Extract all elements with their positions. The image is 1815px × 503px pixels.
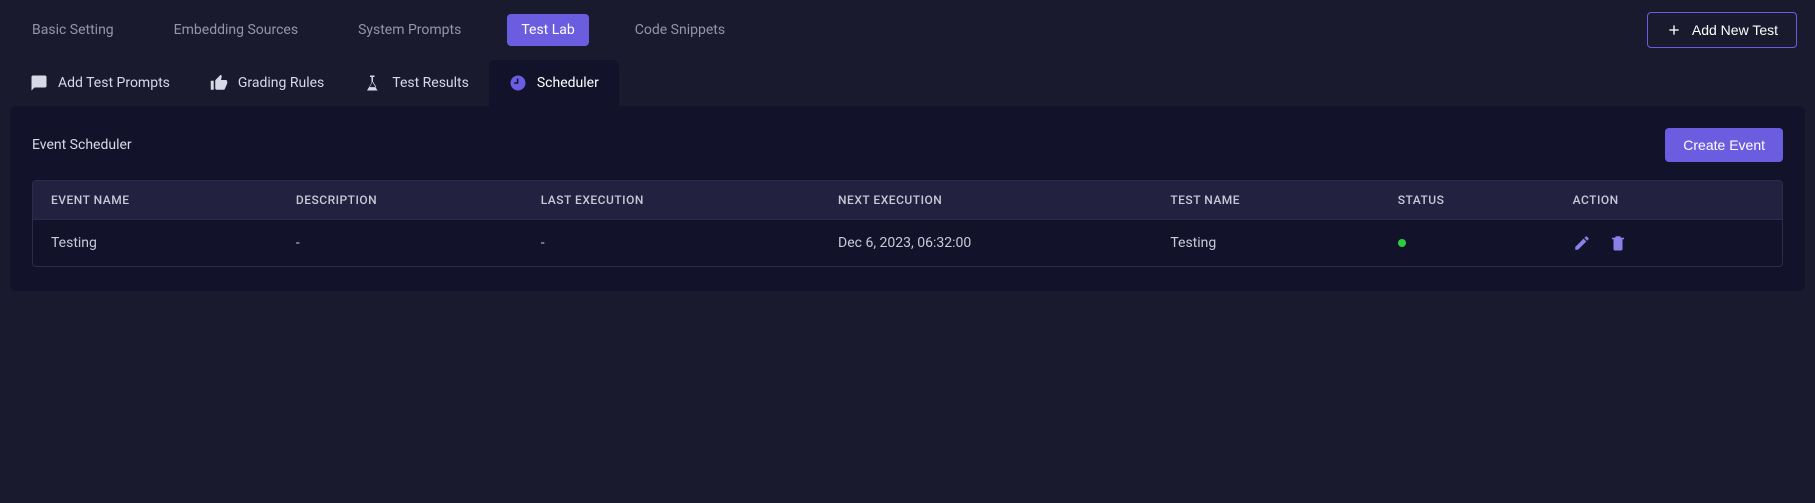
subtab-label: Scheduler [537,75,599,91]
delete-button[interactable] [1609,234,1627,252]
clock-icon [509,74,527,92]
thumbs-icon [210,74,228,92]
plus-icon [1666,22,1682,38]
create-event-button[interactable]: Create Event [1665,128,1783,162]
subtab-label: Grading Rules [238,75,324,91]
cell-status [1380,220,1555,267]
subtab-add-test-prompts[interactable]: Add Test Prompts [10,60,190,106]
main-tabs: Basic Setting Embedding Sources System P… [18,14,739,46]
flask-icon [364,74,382,92]
sub-tabs: Add Test Prompts Grading Rules Test Resu… [0,60,1815,106]
trash-icon [1609,234,1627,252]
col-last-execution: LAST EXECUTION [523,181,820,220]
add-new-test-label: Add New Test [1692,22,1778,38]
events-table-wrap: EVENT NAME DESCRIPTION LAST EXECUTION NE… [32,180,1783,267]
cell-description: - [278,220,523,267]
add-new-test-button[interactable]: Add New Test [1647,12,1797,48]
tab-basic-setting[interactable]: Basic Setting [18,14,128,46]
col-description: DESCRIPTION [278,181,523,220]
cell-event-name: Testing [33,220,278,267]
scheduler-panel: Event Scheduler Create Event EVENT NAME … [10,106,1805,291]
subtab-scheduler[interactable]: Scheduler [489,60,619,106]
chat-icon [30,74,48,92]
tab-embedding-sources[interactable]: Embedding Sources [160,14,312,46]
table-header-row: EVENT NAME DESCRIPTION LAST EXECUTION NE… [33,181,1782,220]
panel-title: Event Scheduler [32,137,132,153]
cell-last-execution: - [523,220,820,267]
cell-action [1555,220,1782,267]
pencil-icon [1573,234,1591,252]
subtab-label: Test Results [392,75,469,91]
cell-next-execution: Dec 6, 2023, 06:32:00 [820,220,1152,267]
table-row: Testing - - Dec 6, 2023, 06:32:00 Testin… [33,220,1782,267]
edit-button[interactable] [1573,234,1591,252]
events-table: EVENT NAME DESCRIPTION LAST EXECUTION NE… [33,181,1782,266]
col-test-name: TEST NAME [1152,181,1379,220]
col-action: ACTION [1555,181,1782,220]
tab-system-prompts[interactable]: System Prompts [344,14,475,46]
cell-test-name: Testing [1152,220,1379,267]
subtab-grading-rules[interactable]: Grading Rules [190,60,344,106]
tab-test-lab[interactable]: Test Lab [507,14,588,46]
col-event-name: EVENT NAME [33,181,278,220]
col-status: STATUS [1380,181,1555,220]
subtab-test-results[interactable]: Test Results [344,60,489,106]
subtab-label: Add Test Prompts [58,75,170,91]
tab-code-snippets[interactable]: Code Snippets [621,14,739,46]
col-next-execution: NEXT EXECUTION [820,181,1152,220]
status-dot [1398,239,1406,247]
